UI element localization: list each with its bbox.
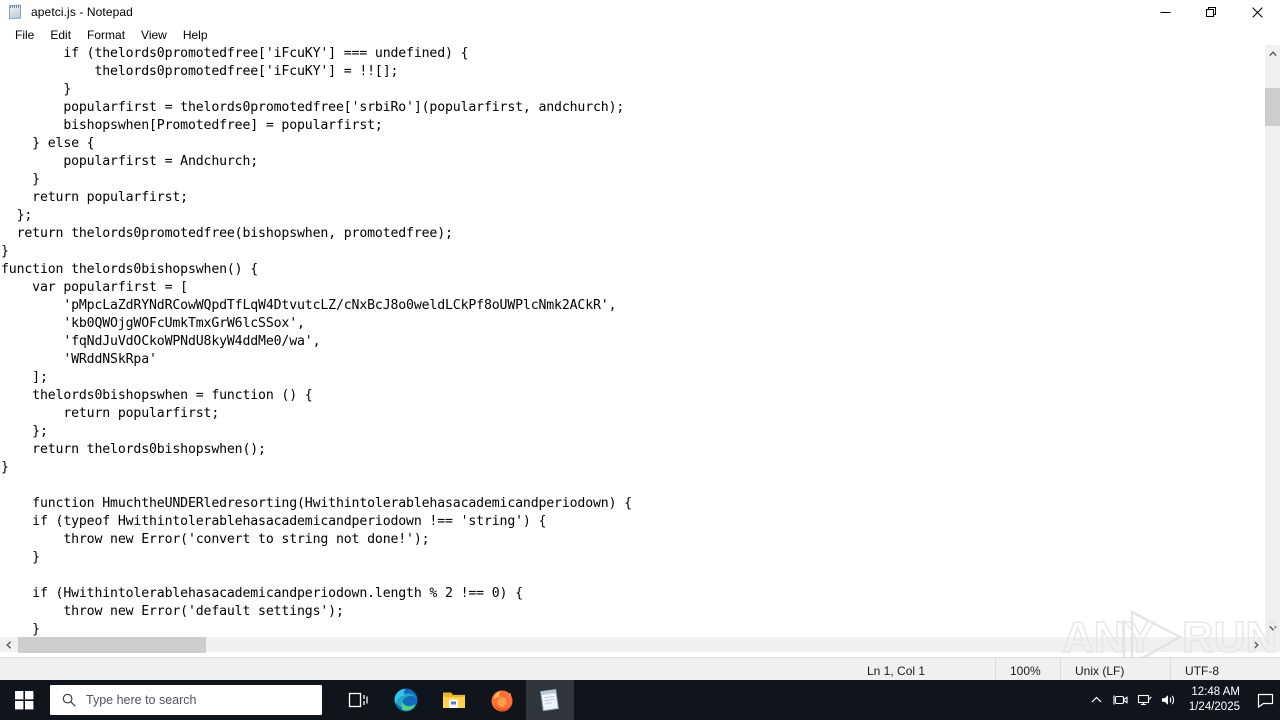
- taskbar-item-file-explorer[interactable]: [430, 680, 478, 720]
- title-bar: apetci.js - Notepad: [0, 0, 1280, 24]
- menu-edit[interactable]: Edit: [42, 26, 79, 44]
- code-line: };: [1, 208, 33, 223]
- code-line: throw new Error('convert to string not d…: [1, 532, 430, 547]
- firefox-icon: [491, 690, 513, 712]
- task-view-button[interactable]: [334, 680, 382, 720]
- scrollbar-corner: [1264, 636, 1280, 652]
- code-line: return thelords0bishopswhen();: [1, 442, 266, 457]
- code-line: };: [1, 424, 48, 439]
- code-line: if (thelords0promotedfree['iFcuKY'] === …: [1, 46, 469, 61]
- show-hidden-icons-button[interactable]: [1085, 680, 1109, 720]
- code-line: }: [1, 622, 40, 636]
- text-editor-area[interactable]: if (thelords0promotedfree['iFcuKY'] === …: [0, 45, 1264, 636]
- code-line: return popularfirst;: [1, 406, 220, 421]
- task-view-icon: [348, 692, 368, 708]
- notification-icon: [1257, 693, 1273, 708]
- code-line: var popularfirst = [: [1, 280, 188, 295]
- menu-file[interactable]: File: [7, 26, 42, 44]
- search-icon: [62, 693, 76, 707]
- taskbar-clock[interactable]: 12:48 AM 1/24/2025: [1181, 680, 1250, 720]
- search-placeholder-text: Type here to search: [86, 693, 197, 707]
- code-line: }: [1, 244, 9, 259]
- action-center-button[interactable]: [1250, 680, 1280, 720]
- start-button[interactable]: [0, 680, 48, 720]
- code-line: bishopswhen[Promotedfree] = popularfirst…: [1, 118, 383, 133]
- system-tray: 12:48 AM 1/24/2025: [1085, 680, 1280, 720]
- code-line: 'WRddNSkRpa': [1, 352, 157, 367]
- notepad-taskbar-icon: [540, 689, 559, 712]
- scroll-right-icon[interactable]: [1247, 637, 1264, 653]
- taskbar-item-firefox[interactable]: [478, 680, 526, 720]
- chevron-up-icon: [1091, 696, 1102, 703]
- horizontal-scroll-thumb[interactable]: [18, 637, 206, 653]
- code-line: throw new Error('default settings');: [1, 604, 344, 619]
- code-line: } else {: [1, 136, 95, 151]
- code-line: }: [1, 172, 40, 187]
- code-line: popularfirst = Andchurch;: [1, 154, 259, 169]
- file-explorer-icon: [443, 692, 465, 708]
- vertical-scrollbar[interactable]: [1264, 45, 1280, 636]
- code-line: 'kb0QWOjgWOFcUmkTmxGrW6lcSSox',: [1, 316, 305, 331]
- code-line: 'pMpcLaZdRYNdRCowWQpdTfLqW4DtvutcLZ/cNxB…: [1, 298, 617, 313]
- code-line: thelords0promotedfree['iFcuKY'] = !![];: [1, 64, 399, 79]
- code-line: }: [1, 460, 9, 475]
- menu-view[interactable]: View: [133, 26, 175, 44]
- search-input[interactable]: Type here to search: [50, 685, 322, 715]
- network-icon[interactable]: [1133, 680, 1157, 720]
- code-line: return thelords0promotedfree(bishopswhen…: [1, 226, 453, 241]
- menu-help[interactable]: Help: [175, 26, 216, 44]
- code-line: ];: [1, 370, 48, 385]
- minimize-button[interactable]: [1142, 0, 1188, 24]
- clock-time: 12:48 AM: [1191, 686, 1240, 698]
- vertical-scroll-thumb[interactable]: [1265, 88, 1280, 126]
- volume-icon[interactable]: [1157, 680, 1181, 720]
- scroll-up-icon[interactable]: [1265, 45, 1280, 62]
- taskbar: Type here to search 12:48 AM 1/24/2025: [0, 680, 1280, 720]
- clock-date: 1/24/2025: [1188, 701, 1240, 713]
- scroll-left-icon[interactable]: [0, 637, 17, 653]
- code-line: function HmuchtheUNDERledresorting(Hwith…: [1, 496, 632, 511]
- code-line: }: [1, 550, 40, 565]
- menu-bar: File Edit Format View Help: [0, 24, 1280, 45]
- code-line: function thelords0bishopswhen() {: [1, 262, 259, 277]
- taskbar-item-microsoft-edge[interactable]: [382, 680, 430, 720]
- code-line: }: [1, 82, 72, 97]
- window-title: apetci.js - Notepad: [31, 5, 133, 19]
- close-button[interactable]: [1234, 0, 1280, 24]
- scroll-down-icon[interactable]: [1265, 619, 1280, 636]
- menu-format[interactable]: Format: [79, 26, 133, 44]
- window-controls: [1142, 0, 1280, 24]
- code-line: popularfirst = thelords0promotedfree['sr…: [1, 100, 625, 115]
- editor-content[interactable]: if (thelords0promotedfree['iFcuKY'] === …: [0, 45, 632, 636]
- code-line: return popularfirst;: [1, 190, 188, 205]
- restore-button[interactable]: [1188, 0, 1234, 24]
- webcam-icon[interactable]: [1109, 680, 1133, 720]
- code-line: if (Hwithintolerablehasacademicandperiod…: [1, 586, 523, 601]
- code-line: if (typeof Hwithintolerablehasacademican…: [1, 514, 547, 529]
- edge-icon: [394, 688, 418, 712]
- notepad-icon: [8, 4, 24, 20]
- notepad-window: apetci.js - Notepad File Edit Format Vie…: [0, 0, 1280, 720]
- taskbar-item-notepad[interactable]: [526, 680, 574, 720]
- code-line: 'fqNdJuVdOCkoWPNdU8kyW4ddMe0/wa',: [1, 334, 321, 349]
- windows-logo-icon: [14, 690, 33, 709]
- horizontal-scrollbar[interactable]: [0, 636, 1264, 653]
- code-line: thelords0bishopswhen = function () {: [1, 388, 313, 403]
